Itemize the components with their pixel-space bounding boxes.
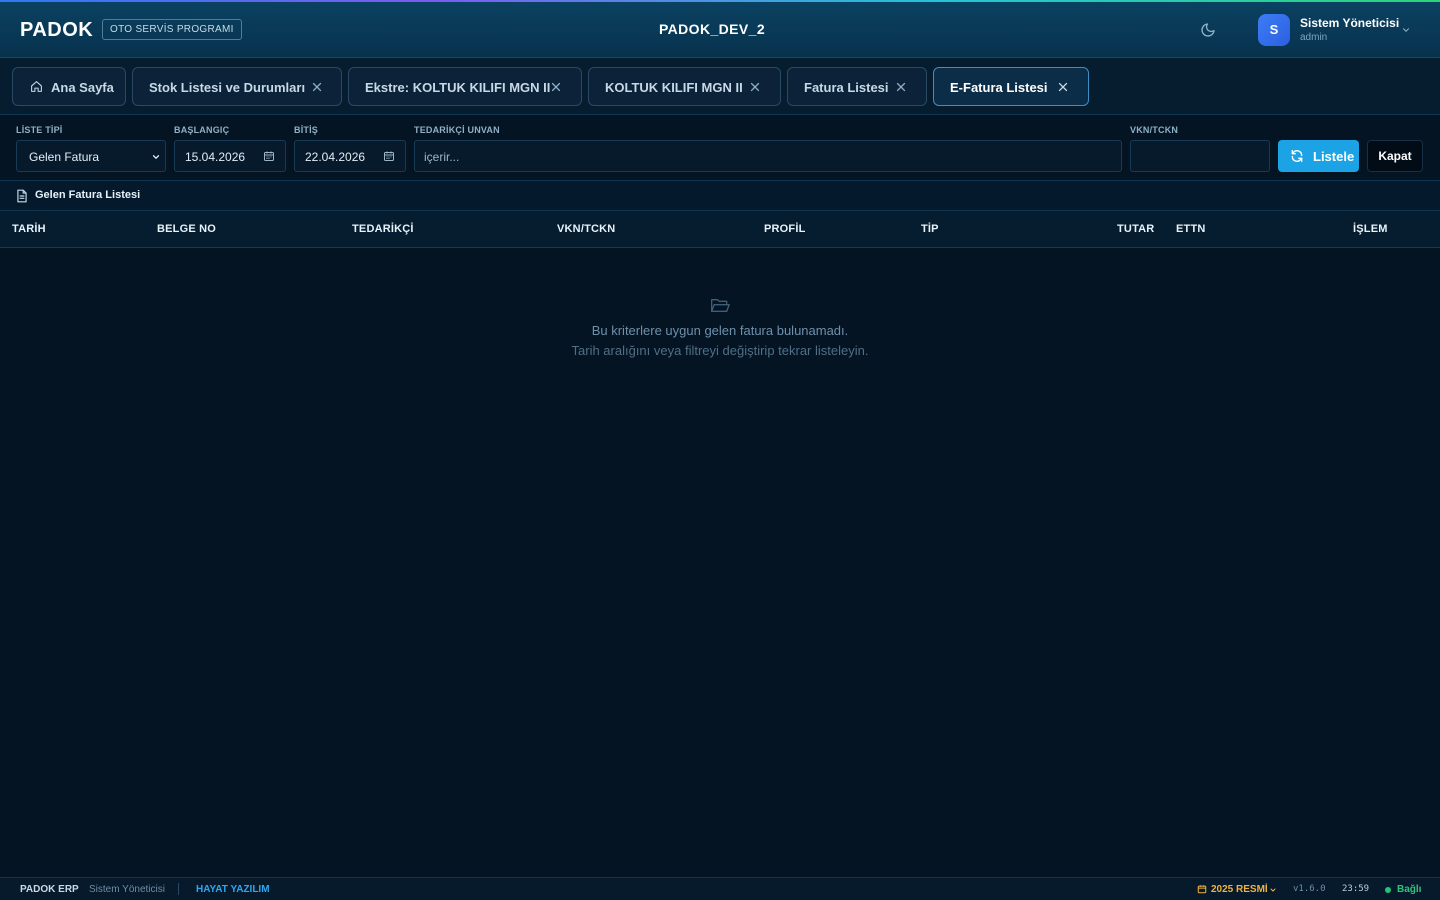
supplier-label: TEDARİKÇİ UNVAN (414, 125, 500, 135)
list-button-label: Listele (1313, 149, 1355, 164)
tab-koltuk-kilifi[interactable]: KOLTUK KILIFI MGN II (588, 67, 781, 106)
column-header-belge-no[interactable]: BELGE NO (157, 223, 216, 235)
tab-label: Stok Listesi ve Durumları (149, 80, 306, 95)
tab-fatura-listesi[interactable]: Fatura Listesi (787, 67, 927, 106)
start-date-value: 15.04.2026 (185, 150, 246, 164)
filter-bar: LİSTE TİPİ Gelen Fatura BAŞLANGIÇ 15.04.… (0, 115, 1440, 181)
folder-open-icon (711, 299, 730, 313)
chevron-down-icon (152, 155, 160, 160)
user-name[interactable]: Sistem Yöneticisi (1300, 16, 1399, 30)
chevron-down-icon[interactable] (1401, 25, 1411, 35)
column-header-profil[interactable]: PROFİL (764, 223, 806, 235)
empty-state-hint: Tarih aralığını veya filtreyi değiştirip… (571, 343, 869, 358)
close-icon[interactable] (311, 81, 323, 93)
list-button[interactable]: Listele (1278, 140, 1359, 172)
column-header-tutar[interactable]: TUTAR (1117, 223, 1154, 235)
list-type-select[interactable]: Gelen Fatura (16, 140, 166, 172)
supplier-placeholder: içerir... (424, 150, 460, 164)
accent-stripe (0, 0, 1440, 2)
table-header: TARİH BELGE NO TEDARİKÇİ VKN/TCKN PROFİL… (0, 211, 1440, 248)
end-date-value: 22.04.2026 (305, 150, 366, 164)
close-icon[interactable] (550, 81, 562, 93)
tab-label: Ekstre: KOLTUK KILIFI MGN II (365, 80, 551, 95)
home-icon (31, 81, 42, 92)
column-header-tarih[interactable]: TARİH (12, 223, 46, 235)
column-header-ettn[interactable]: ETTN (1176, 223, 1206, 235)
status-version: v1.6.0 (1293, 884, 1326, 894)
close-icon[interactable] (749, 81, 761, 93)
section-title: Gelen Fatura Listesi (35, 189, 141, 201)
tab-label: E-Fatura Listesi (950, 80, 1048, 95)
end-date-input[interactable]: 22.04.2026 (294, 140, 406, 172)
calendar-icon[interactable] (383, 150, 395, 162)
section-header: Gelen Fatura Listesi (0, 181, 1440, 211)
tab-label: Fatura Listesi (804, 80, 889, 95)
status-bar: PADOK ERP Sistem Yöneticisi HAYAT YAZILI… (0, 877, 1440, 900)
calendar-icon (1197, 885, 1207, 894)
start-date-label: BAŞLANGIÇ (174, 125, 230, 135)
close-button[interactable]: Kapat (1367, 140, 1423, 172)
column-header-vkn[interactable]: VKN/TCKN (557, 223, 615, 235)
vkn-input[interactable] (1130, 140, 1270, 172)
column-header-islem: İŞLEM (1353, 223, 1388, 235)
empty-state-message: Bu kriterlere uygun gelen fatura bulunam… (591, 323, 849, 338)
status-time: 23:59 (1342, 884, 1370, 894)
status-app-name: PADOK ERP (20, 884, 79, 895)
close-icon[interactable] (1057, 81, 1069, 93)
list-type-value: Gelen Fatura (29, 150, 100, 164)
refresh-icon (1291, 150, 1303, 162)
tab-e-fatura-listesi[interactable]: E-Fatura Listesi (933, 67, 1089, 106)
supplier-input[interactable]: içerir... (414, 140, 1122, 172)
user-role: admin (1300, 32, 1328, 43)
column-header-tedarikci[interactable]: TEDARİKÇİ (352, 223, 414, 235)
status-divider (178, 883, 179, 895)
tab-ana-sayfa[interactable]: Ana Sayfa (12, 67, 126, 106)
document-icon (17, 189, 27, 203)
tab-bar: Ana Sayfa Stok Listesi ve Durumları Ekst… (0, 58, 1440, 115)
top-bar: PADOK OTO SERVİS PROGRAMI PADOK_DEV_2 S … (0, 0, 1440, 58)
connection-status-dot (1385, 887, 1391, 893)
status-company[interactable]: HAYAT YAZILIM (196, 884, 270, 895)
tab-ekstre[interactable]: Ekstre: KOLTUK KILIFI MGN II (348, 67, 582, 106)
avatar[interactable]: S (1258, 14, 1290, 46)
start-date-input[interactable]: 15.04.2026 (174, 140, 286, 172)
close-icon[interactable] (895, 81, 907, 93)
tab-label: Ana Sayfa (51, 80, 114, 95)
tab-label: KOLTUK KILIFI MGN II (605, 80, 743, 95)
status-user: Sistem Yöneticisi (89, 884, 165, 895)
status-period[interactable]: 2025 RESMİ (1211, 884, 1268, 895)
connection-status: Bağlı (1397, 884, 1422, 895)
vkn-label: VKN/TCKN (1130, 125, 1179, 135)
end-date-label: BİTİŞ (294, 125, 319, 135)
tab-stok-listesi[interactable]: Stok Listesi ve Durumları (132, 67, 342, 106)
moon-icon[interactable] (1200, 22, 1216, 38)
calendar-icon[interactable] (263, 150, 275, 162)
chevron-down-icon[interactable] (1269, 886, 1277, 894)
list-type-label: LİSTE TİPİ (16, 125, 63, 135)
column-header-tip[interactable]: TİP (921, 223, 939, 235)
